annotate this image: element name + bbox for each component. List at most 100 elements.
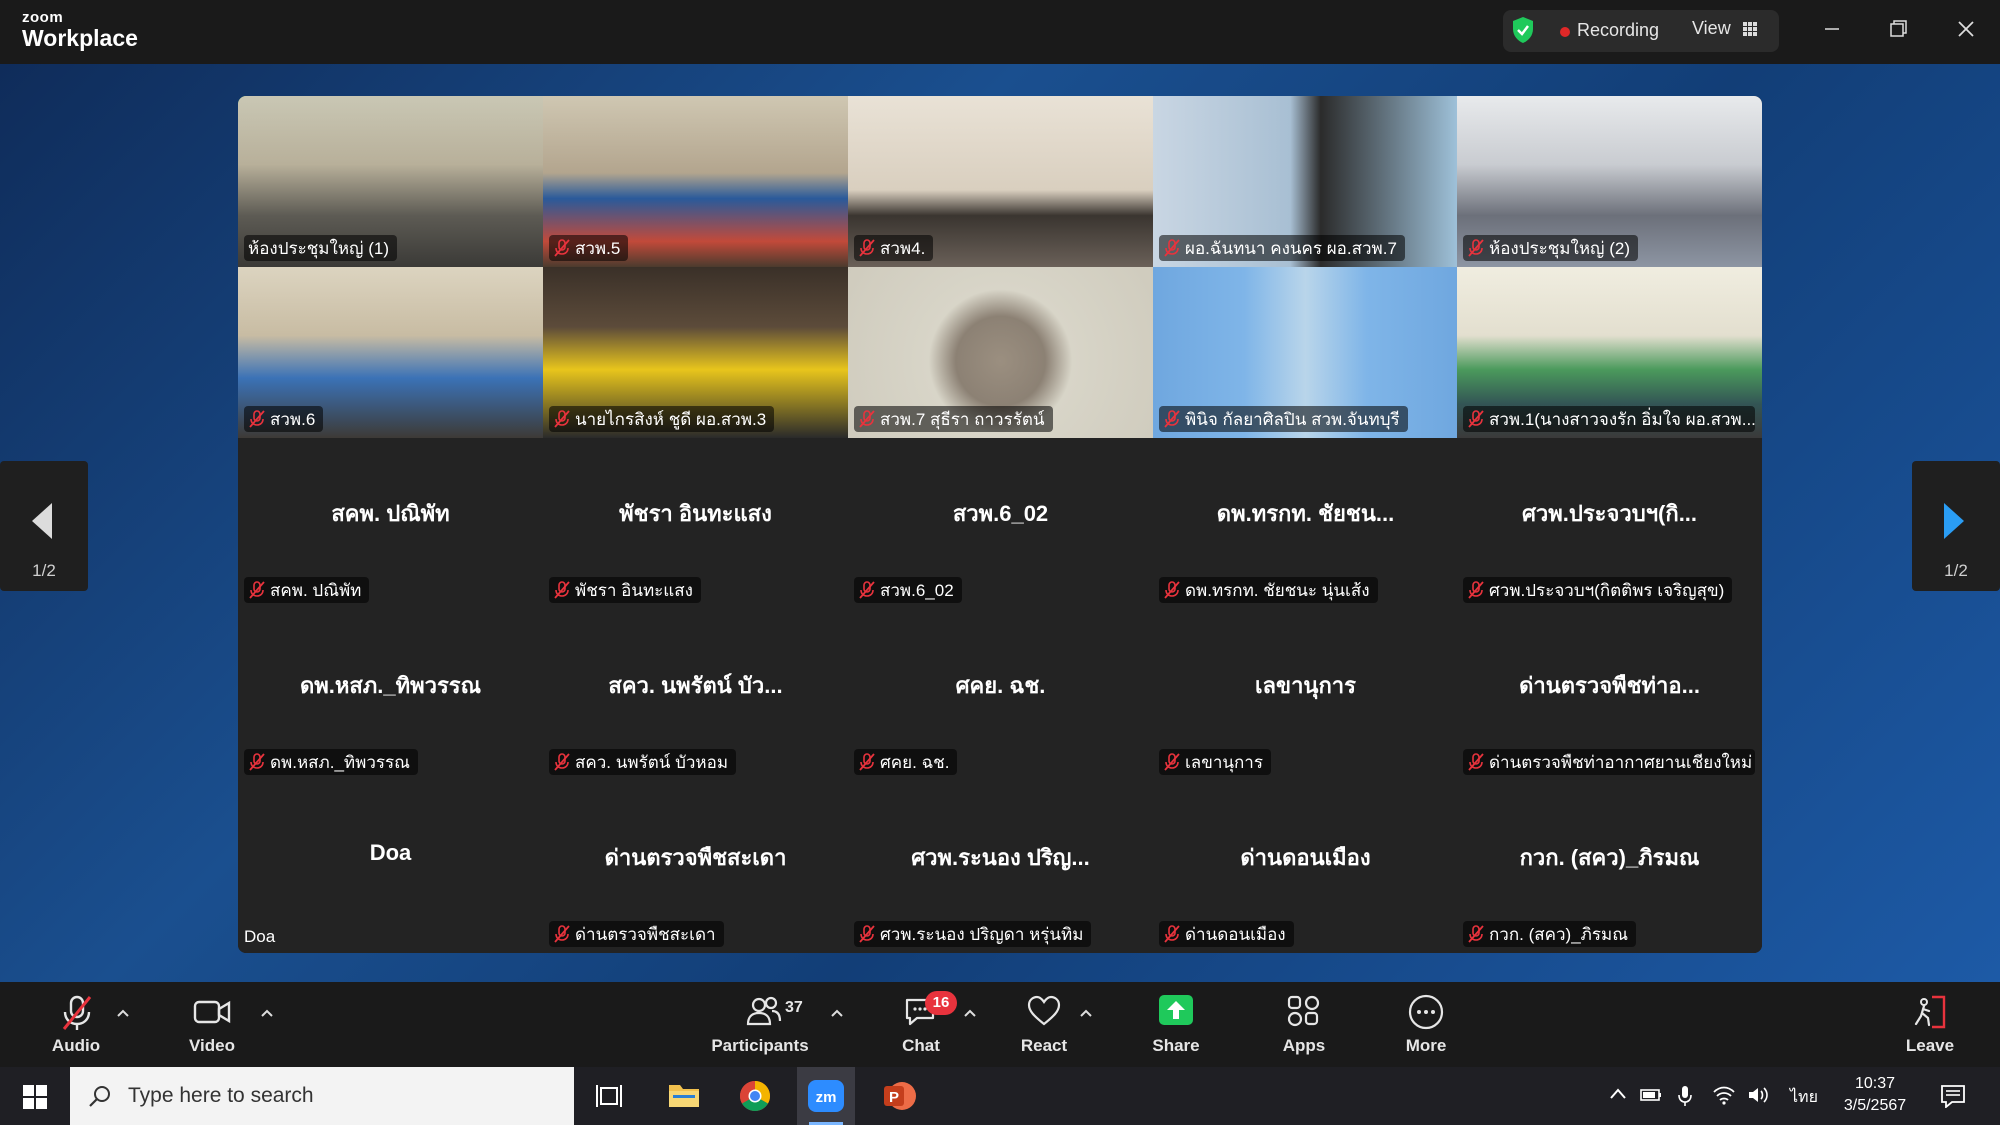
- participant-name-label: สคพ. ปณิพัท: [244, 577, 370, 603]
- recording-indicator[interactable]: Recording: [1577, 20, 1659, 41]
- participant-display-name: ดพ.หสภ._ทิพวรรณ: [299, 673, 482, 698]
- next-page-button[interactable]: 1/2: [1912, 461, 2000, 591]
- participant-tile[interactable]: สคว. นพรัตน์ บัว... สคว. นพรัตน์ บัวหอม: [543, 610, 848, 781]
- participant-tile[interactable]: สวพ.6_02 สวพ.6_02: [848, 438, 1153, 609]
- zoom-app[interactable]: zm: [797, 1067, 855, 1125]
- leave-label: Leave: [1905, 1036, 1955, 1055]
- microphone-icon[interactable]: [1676, 1084, 1694, 1108]
- participant-name-label: ดพ.ทรกท. ชัยชนะ นุ่นเส้ง: [1159, 577, 1378, 603]
- file-explorer-app[interactable]: [655, 1067, 713, 1125]
- participant-name: ศคย. ฉช.: [880, 752, 950, 772]
- participant-tile[interactable]: ศวพ.ประจวบฯ(กิ... ศวพ.ประจวบฯ(กิตติพร เจ…: [1457, 438, 1762, 609]
- video-label: Video: [189, 1036, 235, 1055]
- participant-name: สวพ.6: [270, 409, 316, 429]
- grid-view-icon[interactable]: [1743, 22, 1757, 36]
- chrome-icon: [739, 1081, 771, 1112]
- react-button[interactable]: React: [1008, 982, 1080, 1067]
- participant-tile[interactable]: ด่านตรวจพืชท่าอ... ด่านตรวจพืชท่าอากาศยา…: [1457, 610, 1762, 781]
- participant-tile[interactable]: กวก. (สคว)_ภิรมณ กวก. (สคว)_ภิรมณ: [1457, 782, 1762, 953]
- participants-button[interactable]: Participants: [710, 982, 810, 1067]
- video-button[interactable]: Video: [176, 982, 248, 1067]
- leave-door-icon: [1914, 995, 1946, 1029]
- share-screen-icon: [1159, 995, 1193, 1025]
- muted-mic-icon: [554, 753, 570, 771]
- muted-mic-icon: [859, 410, 875, 428]
- chevron-left-icon: [32, 503, 52, 539]
- notifications-icon[interactable]: [1940, 1084, 1966, 1108]
- video-tile[interactable]: สวพ.1(นางสาวจงรัก อิ่มใจ ผอ.สวพ....: [1457, 267, 1762, 438]
- chevron-up-icon[interactable]: [1608, 1084, 1628, 1104]
- muted-mic-icon: [859, 239, 875, 257]
- participant-name-label: ห้องประชุมใหญ่ (2): [1463, 235, 1639, 261]
- participant-tile[interactable]: สคพ. ปณิพัท สคพ. ปณิพัท: [238, 438, 543, 609]
- participant-name: ศวพ.ประจวบฯ(กิตติพร เจริญสุข): [1489, 580, 1725, 600]
- video-tile[interactable]: สวพ4.: [848, 96, 1153, 267]
- volume-icon[interactable]: [1746, 1084, 1770, 1106]
- wifi-icon[interactable]: [1712, 1084, 1736, 1106]
- participant-tile[interactable]: เลขานุการ เลขานุการ: [1153, 610, 1458, 781]
- participant-name: ดพ.ทรกท. ชัยชนะ นุ่นเส้ง: [1185, 580, 1370, 600]
- video-tile[interactable]: สวพ.6: [238, 267, 543, 438]
- leave-button[interactable]: Leave: [1894, 982, 1966, 1067]
- participants-options-chevron-icon[interactable]: [830, 1008, 844, 1018]
- restore-icon[interactable]: [1880, 14, 1916, 44]
- participant-name: สวพ.5: [575, 238, 621, 258]
- participant-name-label: พินิจ กัลยาศิลปิน สวพ.จันทบุรี: [1159, 406, 1408, 432]
- participant-display-name: ดพ.ทรกท. ชัยชน...: [1216, 501, 1395, 526]
- video-options-chevron-icon[interactable]: [260, 1008, 274, 1018]
- share-button[interactable]: Share: [1140, 982, 1212, 1067]
- react-options-chevron-icon[interactable]: [1079, 1008, 1093, 1018]
- apps-button[interactable]: Apps: [1268, 982, 1340, 1067]
- chat-options-chevron-icon[interactable]: [963, 1008, 977, 1018]
- participant-display-name: ด่านตรวจพืชสะเดา: [604, 845, 787, 870]
- participant-tile[interactable]: Doa Doa: [238, 782, 543, 953]
- video-tile[interactable]: ห้องประชุมใหญ่ (1): [238, 96, 543, 267]
- participant-name: ห้องประชุมใหญ่ (2): [1489, 238, 1631, 258]
- participant-name-label: กวก. (สคว)_ภิรมณ: [1463, 921, 1636, 947]
- video-tile[interactable]: พินิจ กัลยาศิลปิน สวพ.จันทบุรี: [1153, 267, 1458, 438]
- participants-count: 37: [785, 999, 803, 1016]
- participant-name: พินิจ กัลยาศิลปิน สวพ.จันทบุรี: [1185, 409, 1400, 429]
- participant-name: สวพ.1(นางสาวจงรัก อิ่มใจ ผอ.สวพ....: [1489, 409, 1755, 429]
- video-tile[interactable]: นายไกรสิงห์ ชูดี ผอ.สวพ.3: [543, 267, 848, 438]
- participant-tile[interactable]: พัชรา อินทะแสง พัชรา อินทะแสง: [543, 438, 848, 609]
- page-indicator-right: 1/2: [1944, 561, 1968, 580]
- more-button[interactable]: More: [1390, 982, 1462, 1067]
- participant-name-label: เลขานุการ: [1159, 749, 1271, 775]
- apps-icon: [1287, 995, 1320, 1027]
- audio-options-chevron-icon[interactable]: [116, 1008, 130, 1018]
- taskbar-search-box[interactable]: Type here to search: [70, 1067, 574, 1125]
- encryption-shield-icon[interactable]: [1511, 16, 1535, 44]
- minimize-icon[interactable]: [1814, 14, 1850, 44]
- video-tile[interactable]: สวพ.5: [543, 96, 848, 267]
- task-view-icon[interactable]: [595, 1083, 623, 1109]
- participant-tile[interactable]: ดพ.ทรกท. ชัยชน... ดพ.ทรกท. ชัยชนะ นุ่นเส…: [1153, 438, 1458, 609]
- view-button[interactable]: View: [1692, 18, 1731, 39]
- zoom-logo: zoom Workplace: [22, 10, 138, 50]
- video-tile[interactable]: สวพ.7 สุธีรา ถาวรรัตน์: [848, 267, 1153, 438]
- video-tile[interactable]: ผอ.ฉันทนา คงนคร ผอ.สวพ.7: [1153, 96, 1458, 267]
- close-icon[interactable]: [1948, 14, 1984, 44]
- participant-name: สวพ.6_02: [880, 580, 954, 600]
- chrome-app[interactable]: [726, 1067, 784, 1125]
- input-language[interactable]: ไทย: [1790, 1085, 1818, 1110]
- participant-tile[interactable]: ดพ.หสภ._ทิพวรรณ ดพ.หสภ._ทิพวรรณ: [238, 610, 543, 781]
- svg-text:zm: zm: [816, 1089, 837, 1106]
- meeting-toolbar: [0, 982, 2000, 1067]
- system-clock[interactable]: 10:37 3/5/2567: [1840, 1073, 1910, 1117]
- powerpoint-app[interactable]: P: [870, 1067, 928, 1125]
- muted-mic-icon: [554, 925, 570, 943]
- previous-page-button[interactable]: 1/2: [0, 461, 88, 591]
- battery-icon[interactable]: [1638, 1084, 1664, 1106]
- participant-tile[interactable]: ด่านตรวจพืชสะเดา ด่านตรวจพืชสะเดา: [543, 782, 848, 953]
- participant-name: เลขานุการ: [1185, 752, 1263, 772]
- video-tile[interactable]: ห้องประชุมใหญ่ (2): [1457, 96, 1762, 267]
- audio-button[interactable]: Audio: [40, 982, 112, 1067]
- participant-tile[interactable]: ด่านดอนเมือง ด่านดอนเมือง: [1153, 782, 1458, 953]
- apps-label: Apps: [1282, 1036, 1326, 1055]
- participant-display-name: ศคย. ฉช.: [955, 673, 1046, 698]
- participant-name-label: ด่านตรวจพืชสะเดา: [549, 921, 724, 947]
- participant-tile[interactable]: ศวพ.ระนอง ปริญ... ศวพ.ระนอง ปริญดา หรุ่น…: [848, 782, 1153, 953]
- participant-tile[interactable]: ศคย. ฉช. ศคย. ฉช.: [848, 610, 1153, 781]
- windows-start-icon[interactable]: [22, 1084, 48, 1110]
